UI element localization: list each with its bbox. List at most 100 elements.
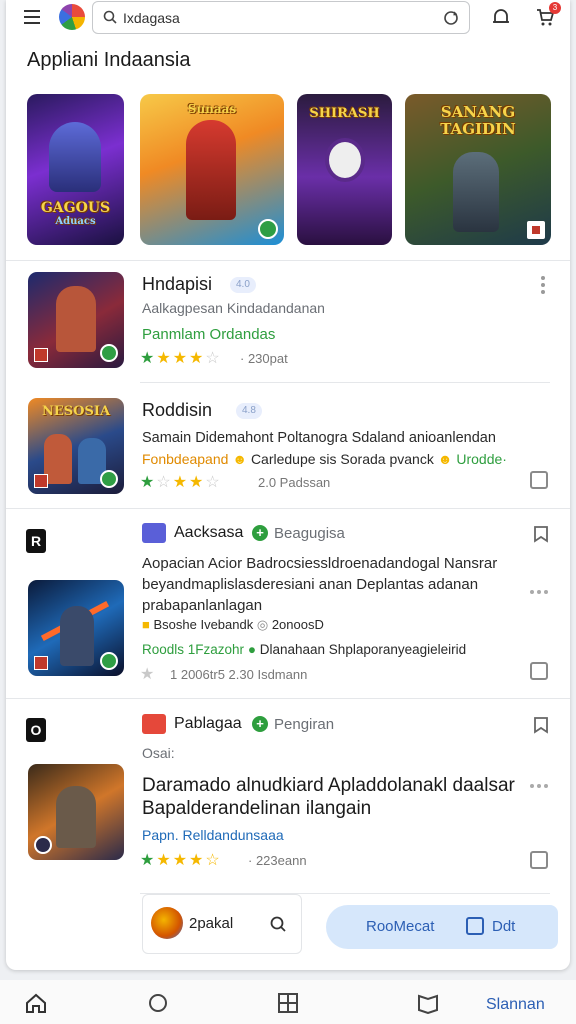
search-bar: [92, 1, 470, 34]
cta-button[interactable]: RooMecat Ddt: [326, 905, 558, 949]
badge-icon: [100, 470, 118, 488]
side-letter-icon: R: [26, 529, 46, 553]
bottom-navigation: Slannan: [0, 980, 576, 1024]
top-bar: 3: [6, 0, 570, 38]
menu-icon[interactable]: [24, 9, 42, 25]
thumb-title: NESOSIA: [41, 404, 111, 419]
add-icon[interactable]: +: [252, 716, 268, 732]
side-letter-icon: O: [26, 718, 46, 742]
meta-text: Dlanahaan Shplaporanyeagieleirid: [259, 642, 467, 657]
badge-icon: [34, 348, 48, 362]
item-thumbnail[interactable]: [28, 272, 124, 368]
tag-text: Fonbdeapand: [142, 451, 229, 467]
item-tags: Fonbdeapand ☻ Carledupe sis Sorada pvanc…: [142, 451, 507, 467]
mini-profile-card[interactable]: 2pakal: [142, 894, 302, 954]
badge-icon: [34, 474, 48, 488]
tag-icon: ■: [142, 617, 150, 632]
featured-title: GAGOUS: [40, 200, 111, 216]
rating-pill: 4.8: [236, 403, 262, 419]
item-green-line: Papn. Relldandunsaaa: [142, 827, 284, 843]
add-icon[interactable]: +: [252, 525, 268, 541]
star-rating: ★★★★☆: [140, 350, 222, 367]
item-thumbnail[interactable]: [28, 580, 124, 676]
featured-subtitle: Aduacs: [55, 216, 96, 227]
item-thumbnail[interactable]: [28, 764, 124, 860]
nav-active-label[interactable]: Slannan: [486, 996, 545, 1014]
home-icon[interactable]: [24, 992, 48, 1014]
featured-game-1[interactable]: GAGOUS Aduacs: [27, 94, 124, 245]
tools-icon: [142, 523, 166, 543]
item-title[interactable]: Aacksasa: [174, 524, 243, 542]
review-count: · 223eann: [248, 853, 307, 868]
item-meta: Osai:: [142, 745, 175, 761]
star-rating: ★☆★★☆: [140, 474, 222, 491]
select-checkbox[interactable]: [530, 662, 548, 680]
review-count: 1 2006tr5 2.30 Isdmann: [170, 667, 308, 682]
avatar: [151, 907, 183, 939]
green-text: Roodls 1Fzazohr: [142, 642, 245, 657]
featured-title: SHIRASH: [309, 106, 380, 121]
clock-icon: ◎: [256, 617, 269, 632]
item-subtitle: Aalkagpesan Kindadandanan: [142, 300, 325, 316]
refresh-icon[interactable]: [443, 10, 459, 26]
item-subtitle: Pengiran: [274, 716, 335, 733]
tag-text: Carledupe sis Sorada pvanck: [250, 451, 434, 467]
item-title[interactable]: Hndapisi: [142, 274, 212, 295]
item-subtitle: Beagugisa: [274, 525, 345, 542]
tools-icon: [142, 714, 166, 734]
item-title[interactable]: Roddisin: [142, 400, 212, 421]
search-input[interactable]: [123, 8, 433, 28]
divider: [140, 382, 550, 383]
star-rating: ★: [140, 666, 157, 683]
featured-title: Sunaas: [187, 102, 237, 116]
mini-label: 2pakal: [189, 915, 234, 932]
item-headline: Daramado alnudkiard Apladdolanakl daalsa…: [142, 775, 515, 819]
tag-text: Urodde·: [456, 451, 507, 467]
item-green-line: Roodls 1Fzazohr ● Dlanahaan Shplaporanye…: [142, 642, 466, 657]
featured-title: SANANG TAGIDIN: [440, 103, 516, 138]
meta-text: Bsoshe Ivebandk: [153, 617, 254, 632]
explore-icon[interactable]: [146, 992, 170, 1014]
category-text: Panmlam Ordandas: [142, 326, 276, 343]
download-icon: [466, 917, 484, 935]
cta-secondary-label: Ddt: [492, 918, 516, 935]
section-title: Appliani Indaansia: [27, 49, 191, 71]
search-icon[interactable]: [269, 915, 287, 933]
bookmark-icon[interactable]: [532, 716, 550, 734]
bell-icon[interactable]: [490, 6, 512, 28]
review-count: 2.0 Padssan: [258, 475, 331, 490]
meta-text: 2onoosD: [271, 617, 324, 632]
featured-game-3[interactable]: SHIRASH: [297, 94, 392, 245]
item-thumbnail[interactable]: NESOSIA: [28, 398, 124, 494]
app-store-card: 3 Appliani Indaansia GAGOUS Aduacs Sunaa…: [6, 0, 570, 970]
apps-grid-icon[interactable]: [276, 992, 300, 1014]
check-icon: ●: [247, 642, 256, 657]
app-logo[interactable]: [59, 4, 85, 30]
cta-label: RooMecat: [366, 918, 435, 935]
more-options-icon[interactable]: [530, 784, 550, 788]
featured-game-2[interactable]: Sunaas: [140, 94, 284, 245]
item-description: Aopacian Acior Badrocsiessldroenadandoga…: [142, 555, 498, 614]
select-checkbox[interactable]: [530, 471, 548, 489]
divider: [6, 508, 570, 509]
more-options-icon[interactable]: [541, 276, 545, 294]
emoji-icon: ☻: [437, 451, 453, 467]
badge-icon: [100, 344, 118, 362]
badge-icon: [258, 219, 278, 239]
library-icon[interactable]: [416, 992, 440, 1014]
featured-game-4[interactable]: SANANG TAGIDIN: [405, 94, 551, 245]
item-description: Samain Didemahont Poltanogra Sdaland ani…: [142, 430, 496, 446]
item-meta: ■ Bsoshe Ivebandk ◎ 2onoosD: [142, 617, 324, 633]
cart-badge: 3: [549, 2, 561, 14]
search-icon: [103, 10, 117, 24]
item-title[interactable]: Pablagaa: [174, 715, 242, 733]
bookmark-icon[interactable]: [532, 525, 550, 543]
divider: [6, 698, 570, 699]
badge-icon: [527, 221, 545, 239]
emoji-icon: ☻: [232, 451, 248, 467]
item-category: Panmlam Ordandas: [142, 326, 275, 343]
badge-icon: [34, 656, 48, 670]
review-count: · 230pat: [240, 351, 288, 366]
select-checkbox[interactable]: [530, 851, 548, 869]
more-options-icon[interactable]: [530, 590, 550, 594]
